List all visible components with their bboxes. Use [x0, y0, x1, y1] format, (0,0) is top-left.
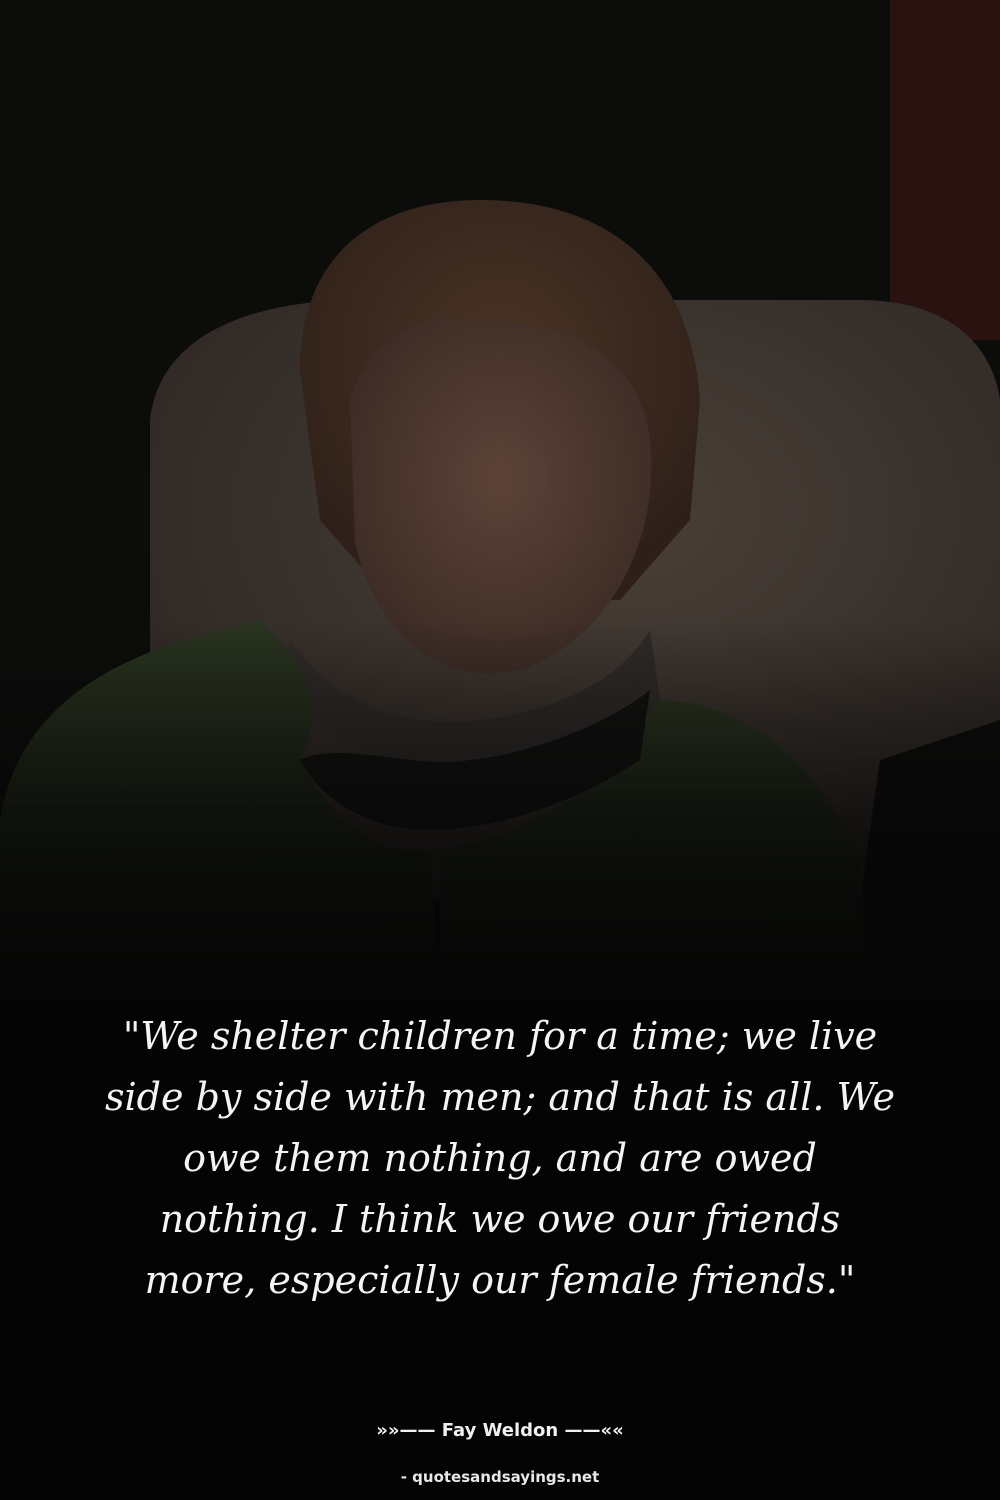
author-line: »»—— Fay Weldon ——«« — [376, 1420, 624, 1441]
photo-fade-overlay — [0, 620, 1000, 1040]
source-credit: - quotesandsayings.net — [400, 1468, 600, 1486]
quote-text: "We shelter children for a time; we live… — [105, 1014, 895, 1302]
quote-poster: "We shelter children for a time; we live… — [0, 0, 1000, 1500]
